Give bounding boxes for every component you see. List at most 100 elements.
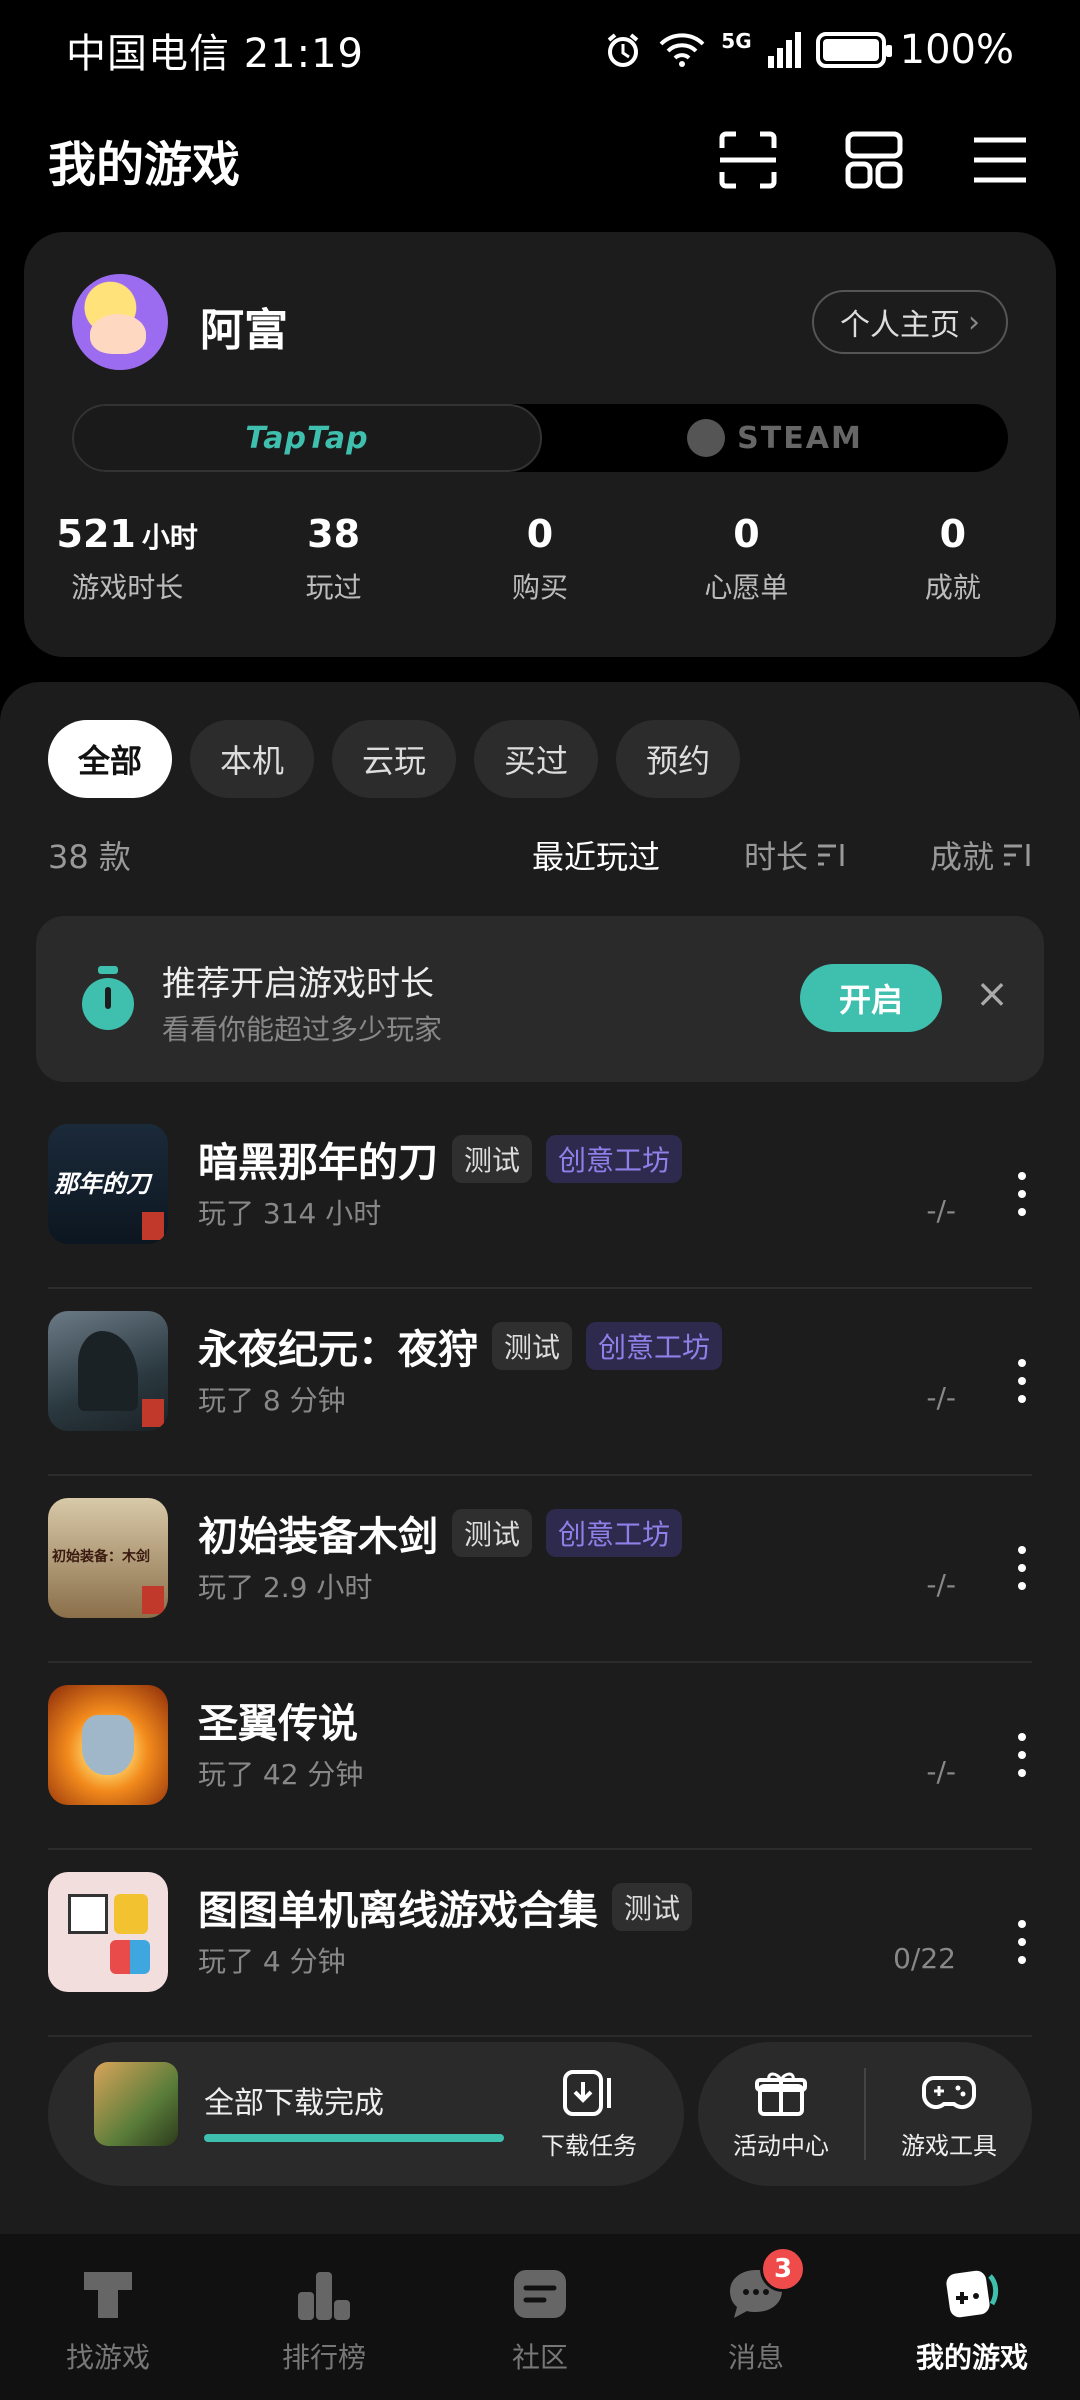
stat-wishlist[interactable]: 0 心愿单 — [643, 512, 849, 606]
knight-helmet-icon — [82, 1715, 134, 1775]
banner-subtitle: 看看你能超过多少玩家 — [162, 1013, 443, 1046]
sudoku-grid-icon — [68, 1894, 108, 1934]
nav-community[interactable]: 社区 — [432, 2234, 648, 2400]
stat-value: 0 — [733, 512, 760, 556]
play-time: 玩了 2.9 小时 — [198, 1571, 373, 1604]
game-thumbnail: 那年的刀 — [48, 1124, 168, 1244]
quick-tools: 活动中心 游戏工具 — [698, 2042, 1032, 2186]
list-item[interactable]: 初始装备：木剑 初始装备木剑 测试 创意工坊 玩了 2.9 小时 -/- — [0, 1476, 1080, 1663]
list-item[interactable]: 图图单机离线游戏合集 测试 玩了 4 分钟 0/22 — [0, 1850, 1080, 2037]
activity-center-button[interactable]: 活动中心 — [698, 2068, 864, 2161]
achievement-progress: -/- — [926, 1194, 956, 1227]
page-title: 我的游戏 — [48, 137, 241, 193]
close-icon[interactable]: × — [972, 974, 1012, 1014]
download-tasks-label: 下载任务 — [541, 2132, 637, 2160]
nav-label: 找游戏 — [65, 2341, 150, 2374]
list-item[interactable]: 圣翼传说 玩了 42 分钟 -/- — [0, 1663, 1080, 1850]
tag-workshop: 创意工坊 — [546, 1509, 683, 1557]
more-options-icon[interactable] — [1016, 1546, 1028, 1590]
stat-played[interactable]: 38 玩过 — [230, 512, 436, 606]
stat-playtime[interactable]: 521 小时 游戏时长 — [24, 512, 230, 606]
sort-recent[interactable]: 最近玩过 — [532, 832, 660, 878]
battery-percent: 100% — [899, 27, 1014, 73]
list-item[interactable]: 那年的刀 暗黑那年的刀 测试 创意工坊 玩了 314 小时 -/- — [0, 1102, 1080, 1289]
stats-row: 521 小时 游戏时长 38 玩过 0 购买 0 心愿单 0 成就 — [24, 512, 1056, 606]
more-options-icon[interactable] — [1016, 1172, 1028, 1216]
menu-icon[interactable] — [968, 128, 1032, 192]
achievement-progress: -/- — [926, 1755, 956, 1788]
nav-messages[interactable]: 消息 3 — [648, 2234, 864, 2400]
stat-purchased[interactable]: 0 购买 — [437, 512, 643, 606]
download-progress-bar — [204, 2134, 504, 2142]
my-games-icon — [946, 2270, 999, 2318]
sort-duration[interactable]: 时长 — [744, 832, 846, 878]
enable-playtime-button[interactable]: 开启 — [800, 964, 942, 1032]
scan-icon[interactable] — [716, 128, 780, 192]
platform-switch: TapTap STEAM — [72, 404, 1008, 472]
game-list: 那年的刀 暗黑那年的刀 测试 创意工坊 玩了 314 小时 -/- 永夜纪元：夜… — [0, 1102, 1080, 2037]
tag-test: 测试 — [452, 1135, 533, 1183]
stat-value: 38 — [307, 512, 361, 556]
filter-chip-local[interactable]: 本机 — [190, 720, 315, 798]
stat-value: 0 — [939, 512, 967, 556]
sort-achievement[interactable]: 成就 — [930, 832, 1032, 878]
carrier-time: 中国电信 21:19 — [66, 31, 364, 77]
homepage-button[interactable]: 个人主页 › — [812, 290, 1008, 354]
list-item[interactable]: 永夜纪元：夜狩 测试 创意工坊 玩了 8 分钟 -/- — [0, 1289, 1080, 1476]
filter-chip-all[interactable]: 全部 — [48, 720, 173, 798]
nav-find-games[interactable]: 找游戏 — [0, 2234, 216, 2400]
filter-chip-cloud[interactable]: 云玩 — [332, 720, 457, 798]
username[interactable]: 阿富 — [200, 294, 288, 358]
nav-label: 排行榜 — [281, 2341, 366, 2374]
playtime-banner: 推荐开启游戏时长 看看你能超过多少玩家 开启 × — [36, 916, 1044, 1082]
creative-mark-icon — [142, 1586, 164, 1614]
stat-value: 521 — [56, 512, 136, 556]
game-name: 初始装备木剑 — [198, 1514, 438, 1560]
sort-icon — [1004, 844, 1030, 866]
alarm-icon — [608, 33, 639, 67]
steam-icon — [687, 419, 726, 457]
nav-label: 消息 — [727, 2341, 784, 2374]
download-tasks-icon — [563, 2070, 611, 2116]
download-tasks-button[interactable]: 下载任务 — [534, 2068, 644, 2161]
stat-unit: 小时 — [141, 521, 198, 554]
platform-tab-taptap[interactable]: TapTap — [72, 404, 542, 472]
more-options-icon[interactable] — [1016, 1733, 1028, 1777]
status-bar: 中国电信 21:19 5G 100% — [0, 0, 1080, 100]
tag-workshop: 创意工坊 — [586, 1322, 723, 1370]
tile-grid-icon — [110, 1940, 150, 1974]
activity-center-label: 活动中心 — [733, 2131, 829, 2160]
profile-card: 阿富 个人主页 › TapTap STEAM 521 小时 游戏时长 38 玩过 … — [24, 232, 1056, 657]
community-icon — [514, 2270, 566, 2318]
nav-label: 我的游戏 — [915, 2341, 1028, 2374]
avatar[interactable] — [72, 274, 168, 370]
game-thumbnail-text: 那年的刀 — [54, 1169, 150, 1198]
stat-label: 购买 — [512, 571, 569, 604]
nav-my-games[interactable]: 我的游戏 — [864, 2234, 1080, 2400]
creative-mark-icon — [142, 1399, 164, 1427]
message-count-badge: 3 — [760, 2246, 806, 2292]
signal-icon — [767, 32, 801, 68]
gift-icon — [755, 2072, 807, 2116]
game-name: 永夜纪元：夜狩 — [198, 1327, 478, 1373]
game-tools-button[interactable]: 游戏工具 — [866, 2068, 1032, 2161]
more-options-icon[interactable] — [1016, 1920, 1028, 1964]
stat-label: 玩过 — [305, 571, 362, 604]
platform-tab-steam[interactable]: STEAM — [542, 404, 1008, 472]
dragon-silhouette-icon — [78, 1331, 138, 1411]
filter-chip-reserved[interactable]: 预约 — [616, 720, 741, 798]
grid-layout-icon[interactable] — [842, 128, 906, 192]
taptap-t-icon — [84, 2272, 132, 2318]
filter-chip-bought[interactable]: 买过 — [474, 720, 599, 798]
filter-chips: 全部 本机 云玩 买过 预约 — [48, 720, 741, 798]
stat-label: 成就 — [924, 571, 981, 604]
stat-achievements[interactable]: 0 成就 — [850, 512, 1056, 606]
achievement-progress: 0/22 — [893, 1942, 956, 1975]
bottom-nav: 找游戏 排行榜 社区 消息 3 我的游戏 — [0, 2232, 1080, 2400]
more-options-icon[interactable] — [1016, 1359, 1028, 1403]
stat-value: 0 — [526, 512, 554, 556]
download-status-bar[interactable]: 全部下载完成 下载任务 — [48, 2042, 684, 2186]
tile-yellow-icon — [114, 1894, 148, 1934]
nav-rankings[interactable]: 排行榜 — [216, 2234, 432, 2400]
sort-icon — [817, 844, 844, 866]
